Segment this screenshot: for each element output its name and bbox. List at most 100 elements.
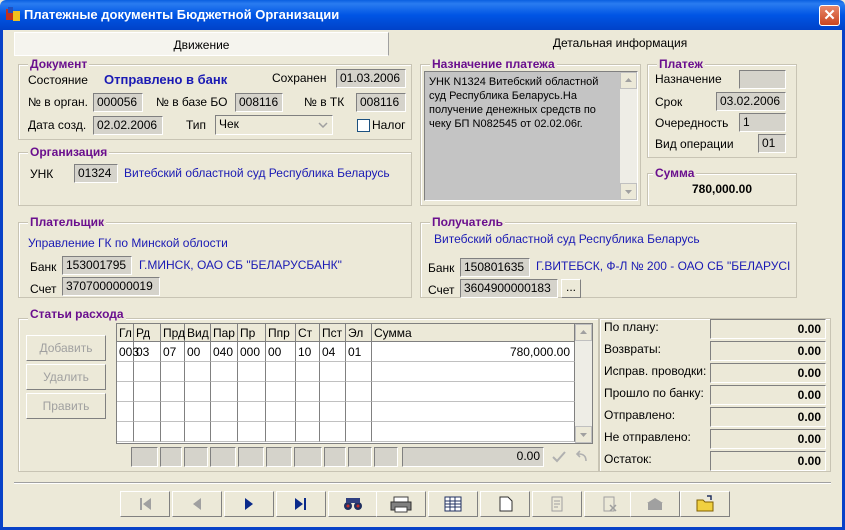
table-cell[interactable] [211,362,238,382]
table-cell[interactable] [372,382,575,402]
search-button[interactable] [328,491,378,517]
table-button[interactable] [428,491,478,517]
column-header[interactable]: Пст [320,324,346,342]
table-cell[interactable] [211,402,238,422]
table-cell[interactable] [346,382,372,402]
org-number-field[interactable]: 000056 [93,93,143,112]
next-record-button[interactable] [224,491,274,517]
grid-scroll-up-icon[interactable] [575,324,592,341]
table-cell[interactable]: 00 [185,342,211,362]
payer-bank-code-field[interactable]: 153001795 [62,256,132,275]
table-cell[interactable] [134,382,161,402]
table-cell[interactable] [211,382,238,402]
confirm-icon[interactable] [549,447,569,467]
table-cell[interactable] [296,422,320,442]
column-header[interactable]: Пр [238,324,266,342]
column-header[interactable]: Прд [161,324,185,342]
close-button[interactable]: ✕ [819,5,840,26]
tab-details[interactable]: Детальная информация [470,31,770,55]
table-cell[interactable] [346,362,372,382]
column-header[interactable]: Сумма [372,324,575,342]
scroll-up-icon[interactable] [620,72,637,89]
new-document-button[interactable] [480,491,530,517]
column-header[interactable]: Пар [211,324,238,342]
table-cell[interactable] [185,402,211,422]
expense-grid[interactable]: Гл Рд Прд Вид Пар Пр Ппр Ст Пст Эл Сумма 003 03 07 00… [116,323,593,444]
column-header[interactable]: Гл [117,324,134,342]
table-cell[interactable]: 07 [161,342,185,362]
table-cell[interactable] [320,402,346,422]
created-date-field[interactable]: 02.02.2006 [93,116,163,135]
table-cell[interactable] [266,422,296,442]
table-cell[interactable] [161,362,185,382]
edit-document-button[interactable] [532,491,582,517]
table-cell[interactable] [238,422,266,442]
table-cell[interactable]: 000 [238,342,266,362]
table-cell[interactable] [296,402,320,422]
table-cell[interactable] [134,362,161,382]
edit-button[interactable]: Править [26,393,106,419]
table-cell[interactable]: 003 [117,342,139,362]
chevron-down-icon[interactable] [316,118,330,132]
recipient-bank-code-field[interactable]: 150801635 [460,258,530,277]
prev-record-button[interactable] [172,491,222,517]
scroll-down-icon[interactable] [620,183,637,200]
table-cell[interactable]: 780,000.00 [372,342,575,362]
payer-account-field[interactable]: 3707000000019 [62,277,160,296]
table-cell[interactable] [161,422,185,442]
term-field[interactable]: 03.02.2006 [716,92,786,111]
bo-number-field[interactable]: 008116 [235,93,283,112]
table-cell[interactable] [372,422,575,442]
order-field[interactable]: 1 [739,113,786,132]
first-record-button[interactable] [120,491,170,517]
last-record-button[interactable] [276,491,326,517]
table-cell[interactable] [266,382,296,402]
operation-type-field[interactable]: 01 [758,134,786,153]
table-cell[interactable] [266,362,296,382]
table-cell[interactable] [185,422,211,442]
table-cell[interactable] [134,402,161,422]
table-cell[interactable] [211,422,238,442]
table-cell[interactable]: 10 [296,342,320,362]
table-cell[interactable] [346,402,372,422]
table-cell[interactable]: 00 [266,342,296,362]
saved-date-field[interactable]: 01.03.2006 [336,69,406,88]
table-cell[interactable]: 03 [134,342,161,362]
table-cell[interactable] [296,362,320,382]
table-cell[interactable] [161,402,185,422]
recipient-account-field[interactable]: 3604900000183 [460,279,558,298]
unk-field[interactable]: 01324 [74,164,118,183]
table-cell[interactable] [161,382,185,402]
bank-button[interactable] [630,491,680,517]
table-cell[interactable] [320,422,346,442]
column-header[interactable]: Рд [134,324,161,342]
table-cell[interactable]: 040 [211,342,238,362]
delete-button[interactable]: Удалить [26,364,106,390]
table-cell[interactable] [320,362,346,382]
payment-purpose-field[interactable] [739,70,786,89]
table-cell[interactable] [296,382,320,402]
tab-movement[interactable]: Движение [14,32,389,56]
table-cell[interactable] [238,382,266,402]
column-header[interactable]: Эл [346,324,372,342]
table-cell[interactable] [346,422,372,442]
purpose-text[interactable]: УНК N1324 Витебский областной суд Респуб… [424,71,638,201]
table-cell[interactable] [185,362,211,382]
table-cell[interactable] [320,382,346,402]
add-button[interactable]: Добавить [26,335,106,361]
table-cell[interactable] [185,382,211,402]
table-cell[interactable]: 01 [346,342,372,362]
table-cell[interactable] [372,362,575,382]
undo-icon[interactable] [572,447,592,467]
column-header[interactable]: Вид [185,324,211,342]
grid-scroll-down-icon[interactable] [575,426,592,443]
tax-checkbox[interactable] [357,119,370,132]
account-lookup-button[interactable]: ... [561,279,581,298]
table-cell[interactable] [238,362,266,382]
table-cell[interactable] [134,422,161,442]
table-cell[interactable] [117,422,134,442]
delete-document-button[interactable] [584,491,634,517]
table-cell[interactable] [372,402,575,422]
purpose-scrollbar[interactable] [620,72,637,200]
table-cell[interactable] [238,402,266,422]
